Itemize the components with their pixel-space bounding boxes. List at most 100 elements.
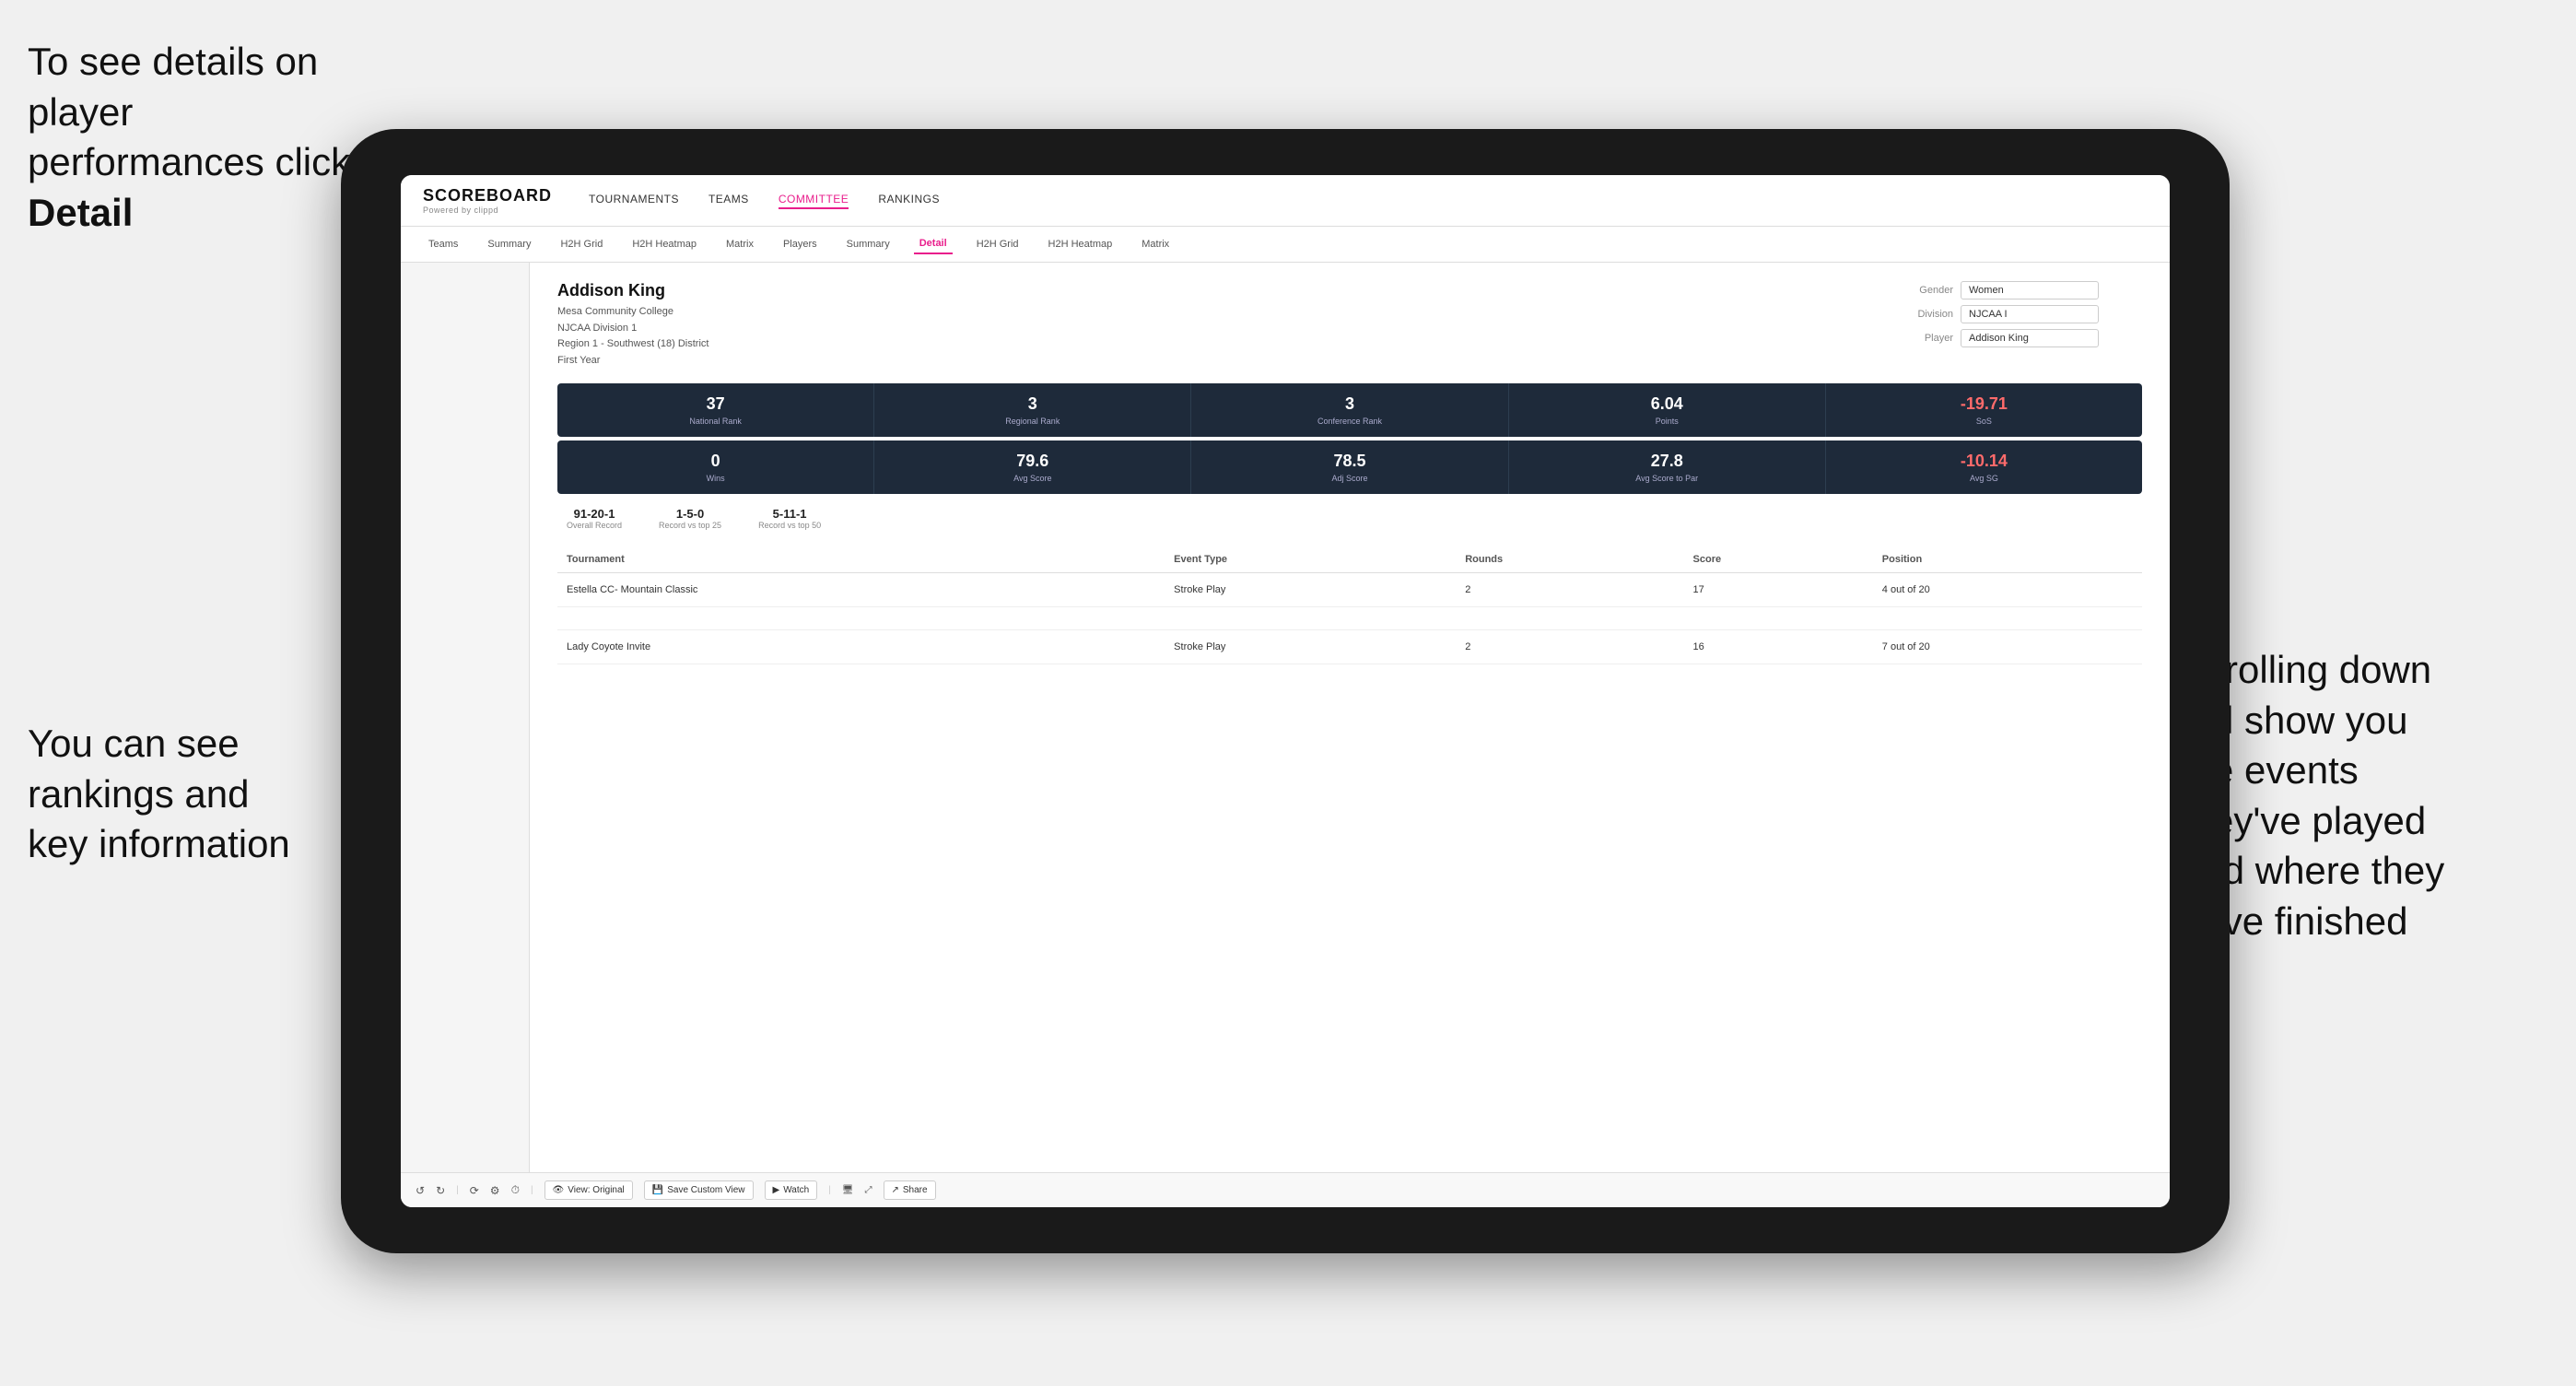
player-label: Player — [1903, 333, 1953, 344]
subnav-matrix[interactable]: Matrix — [720, 235, 759, 253]
share-button[interactable]: ↗ Share — [884, 1180, 936, 1200]
division-label: Division — [1903, 309, 1953, 320]
player-info: Addison King Mesa Community College NJCA… — [557, 281, 708, 369]
cell-position: 7 out of 20 — [1873, 630, 2142, 664]
bottom-toolbar: ↺ ↻ | ⟳ ⚙ ⏱ | 👁 View: Original 💾 Save Cu… — [401, 1172, 2170, 1207]
annotation-bottom-left: You can see rankings and key information — [28, 719, 369, 870]
subnav-h2h-heatmap[interactable]: H2H Heatmap — [626, 235, 702, 253]
stat-regional-rank: 3 Regional Rank — [874, 383, 1191, 437]
stat-national-rank: 37 National Rank — [557, 383, 874, 437]
redo-icon[interactable]: ↻ — [436, 1184, 445, 1197]
subnav-h2h-heatmap2[interactable]: H2H Heatmap — [1043, 235, 1118, 253]
col-position: Position — [1873, 546, 2142, 573]
view-original-button[interactable]: 👁 View: Original — [544, 1180, 633, 1200]
col-event-type: Event Type — [1165, 546, 1456, 573]
expand-icon[interactable]: ⤢ — [865, 1185, 872, 1195]
top-nav: SCOREBOARD Powered by clippd TOURNAMENTS… — [401, 175, 2170, 227]
watch-button[interactable]: ▶ Watch — [765, 1180, 818, 1200]
stats-row2: 0 Wins 79.6 Avg Score 78.5 Adj Score 27.… — [557, 440, 2142, 494]
subnav-players[interactable]: Players — [778, 235, 823, 253]
player-select[interactable]: Addison King — [1961, 329, 2099, 347]
table-row: Lady Coyote InviteStroke Play2167 out of… — [557, 630, 2142, 664]
col-score: Score — [1684, 546, 1873, 573]
stat-avg-score-to-par: 27.8 Avg Score to Par — [1509, 440, 1826, 494]
nav-rankings[interactable]: RANKINGS — [878, 193, 940, 209]
cell-position: 4 out of 20 — [1873, 573, 2142, 607]
main-content: Addison King Mesa Community College NJCA… — [530, 263, 2170, 1172]
table-row — [557, 607, 2142, 630]
record-top25: 1-5-0 Record vs top 25 — [659, 507, 721, 530]
stat-avg-sg: -10.14 Avg SG — [1826, 440, 2142, 494]
nav-teams[interactable]: TEAMS — [708, 193, 749, 209]
player-year: First Year — [557, 355, 600, 366]
subnav-h2h-grid2[interactable]: H2H Grid — [971, 235, 1025, 253]
nav-tournaments[interactable]: TOURNAMENTS — [589, 193, 679, 209]
player-division: NJCAA Division 1 — [557, 323, 637, 334]
col-tournament: Tournament — [557, 546, 1165, 573]
cell-score — [1684, 607, 1873, 630]
annotation-top-left: To see details on player performances cl… — [28, 37, 369, 238]
refresh-icon[interactable]: ⟳ — [470, 1184, 479, 1197]
share-icon: ↗ — [892, 1185, 899, 1195]
division-control: Division NJCAA I — [1903, 305, 2142, 323]
player-name: Addison King — [557, 281, 708, 300]
subnav-h2h-grid[interactable]: H2H Grid — [555, 235, 608, 253]
eye-icon: 👁 — [553, 1185, 565, 1195]
cell-score: 17 — [1684, 573, 1873, 607]
cell-event_type — [1165, 607, 1456, 630]
subnav-summary[interactable]: Summary — [482, 235, 536, 253]
subnav-matrix2[interactable]: Matrix — [1136, 235, 1175, 253]
gender-control: Gender Women — [1903, 281, 2142, 300]
save-icon: 💾 — [652, 1185, 663, 1195]
player-header: Addison King Mesa Community College NJCA… — [557, 281, 2142, 369]
undo-icon[interactable]: ↺ — [416, 1184, 425, 1197]
settings-icon[interactable]: ⚙ — [490, 1184, 500, 1197]
table-row: Estella CC- Mountain ClassicStroke Play2… — [557, 573, 2142, 607]
division-select[interactable]: NJCAA I — [1961, 305, 2099, 323]
events-table: Tournament Event Type Rounds Score Posit… — [557, 546, 2142, 664]
nav-committee[interactable]: COMMITTEE — [779, 193, 849, 209]
subnav-teams[interactable]: Teams — [423, 235, 463, 253]
subnav-detail[interactable]: Detail — [914, 234, 953, 254]
cell-tournament — [557, 607, 1165, 630]
content-area: Addison King Mesa Community College NJCA… — [401, 263, 2170, 1172]
cell-event_type: Stroke Play — [1165, 630, 1456, 664]
watch-icon: ▶ — [773, 1185, 780, 1195]
stat-conference-rank: 3 Conference Rank — [1191, 383, 1508, 437]
cell-position — [1873, 607, 2142, 630]
timer-icon[interactable]: ⏱ — [511, 1183, 520, 1197]
logo-text: SCOREBOARD — [423, 186, 552, 206]
cell-score: 16 — [1684, 630, 1873, 664]
stat-wins: 0 Wins — [557, 440, 874, 494]
stat-sos: -19.71 SoS — [1826, 383, 2142, 437]
player-controls: Gender Women Division NJCAA I — [1903, 281, 2142, 347]
gender-select[interactable]: Women — [1961, 281, 2099, 300]
table-header-row: Tournament Event Type Rounds Score Posit… — [557, 546, 2142, 573]
player-school: Mesa Community College — [557, 306, 673, 317]
sub-nav: Teams Summary H2H Grid H2H Heatmap Matri… — [401, 227, 2170, 263]
stat-adj-score: 78.5 Adj Score — [1191, 440, 1508, 494]
annotation-right: Scrolling down will show you the events … — [2180, 645, 2548, 947]
stat-points: 6.04 Points — [1509, 383, 1826, 437]
stats-row1: 37 National Rank 3 Regional Rank 3 Confe… — [557, 383, 2142, 437]
subnav-summary2[interactable]: Summary — [841, 235, 896, 253]
save-custom-view-button[interactable]: 💾 Save Custom View — [644, 1180, 754, 1200]
logo-area: SCOREBOARD Powered by clippd — [423, 186, 552, 215]
cell-rounds: 2 — [1456, 630, 1683, 664]
record-top50: 5-11-1 Record vs top 50 — [758, 507, 821, 530]
logo-sub: Powered by clippd — [423, 206, 552, 215]
cell-rounds: 2 — [1456, 573, 1683, 607]
records-row: 91-20-1 Overall Record 1-5-0 Record vs t… — [557, 507, 2142, 530]
record-overall: 91-20-1 Overall Record — [567, 507, 622, 530]
main-nav: TOURNAMENTS TEAMS COMMITTEE RANKINGS — [589, 193, 940, 209]
gender-label: Gender — [1903, 285, 1953, 296]
player-control: Player Addison King — [1903, 329, 2142, 347]
screen-icon[interactable]: 🖥 — [842, 1185, 854, 1195]
left-sidebar — [401, 263, 530, 1172]
player-region: Region 1 - Southwest (18) District — [557, 338, 708, 349]
cell-event_type: Stroke Play — [1165, 573, 1456, 607]
col-rounds: Rounds — [1456, 546, 1683, 573]
stat-avg-score: 79.6 Avg Score — [874, 440, 1191, 494]
cell-tournament: Estella CC- Mountain Classic — [557, 573, 1165, 607]
tablet-screen: SCOREBOARD Powered by clippd TOURNAMENTS… — [401, 175, 2170, 1207]
